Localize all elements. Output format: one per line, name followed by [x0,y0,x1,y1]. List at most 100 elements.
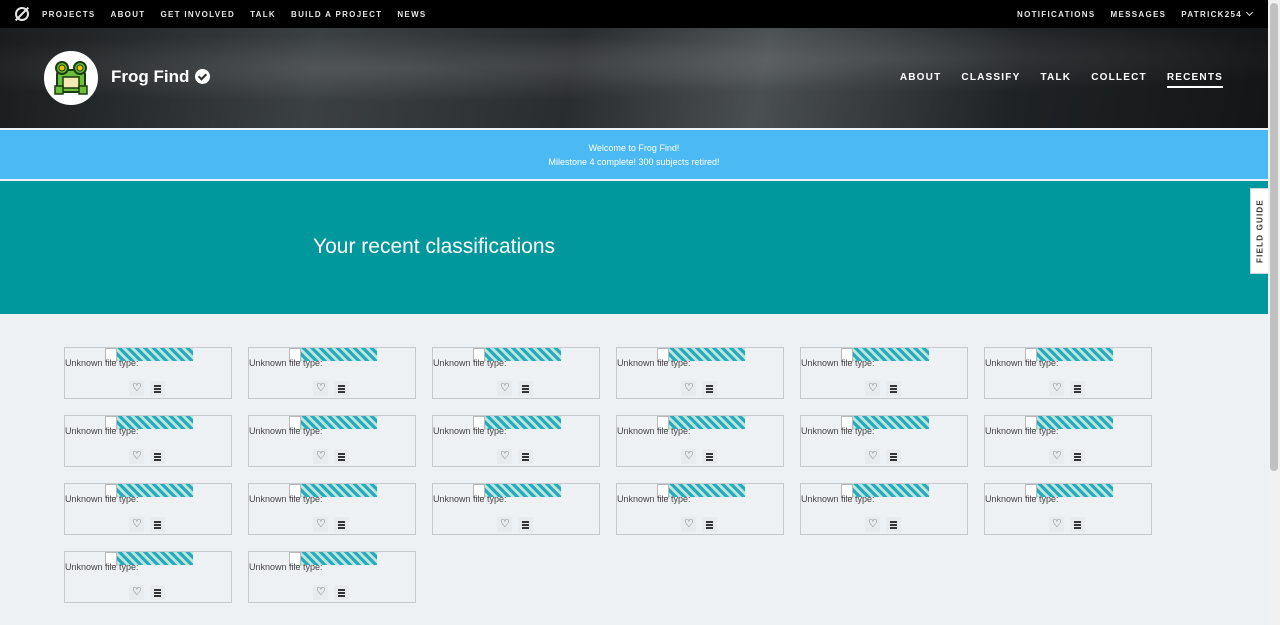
heart-icon[interactable] [1049,381,1064,396]
classification-card[interactable]: Unknown file type: [432,347,600,399]
file-type-label: Unknown file type: [985,358,1059,368]
classification-card[interactable]: Unknown file type: [248,551,416,603]
project-tab-classify[interactable]: CLASSIFY [961,72,1020,88]
scrollbar-thumb[interactable] [1270,3,1278,471]
list-icon[interactable] [886,449,901,464]
file-type-label: Unknown file type: [801,358,875,368]
file-type-label: Unknown file type: [801,426,875,436]
classification-card[interactable]: Unknown file type: [248,415,416,467]
username-label: PATRICK254 [1181,9,1242,19]
card-actions [313,585,355,600]
list-icon[interactable] [150,585,165,600]
heart-icon[interactable] [129,585,144,600]
list-icon[interactable] [518,517,533,532]
card-actions [865,381,907,396]
card-actions [129,449,171,464]
list-icon[interactable] [518,449,533,464]
card-actions [497,517,539,532]
classification-card[interactable]: Unknown file type: [616,415,784,467]
list-icon[interactable] [702,381,717,396]
list-icon[interactable] [1070,381,1085,396]
card-actions [865,517,907,532]
nav-projects-link[interactable]: PROJECTS [42,10,96,19]
heart-icon[interactable] [313,449,328,464]
classification-card[interactable]: Unknown file type: [64,483,232,535]
classification-card[interactable]: Unknown file type: [984,415,1152,467]
heart-icon[interactable] [865,517,880,532]
list-icon[interactable] [150,449,165,464]
project-tab-recents[interactable]: RECENTS [1166,72,1223,88]
field-guide-label: FIELD GUIDE [1255,199,1264,263]
list-icon[interactable] [150,381,165,396]
nav-get-involved-link[interactable]: GET INVOLVED [160,10,235,19]
site-nav-links: PROJECTS ABOUT GET INVOLVED TALK BUILD A… [42,10,442,19]
heart-icon[interactable] [313,381,328,396]
site-nav-bar: PROJECTS ABOUT GET INVOLVED TALK BUILD A… [0,0,1268,28]
classification-card[interactable]: Unknown file type: [64,551,232,603]
recent-classifications-grid: Unknown file type: Unknown file type: Unkn… [64,347,1154,603]
heart-icon[interactable] [865,449,880,464]
heart-icon[interactable] [681,517,696,532]
classification-card[interactable]: Unknown file type: [248,347,416,399]
file-type-label: Unknown file type: [433,358,507,368]
classification-card[interactable]: Unknown file type: [616,483,784,535]
banner-line-1: Welcome to Frog Find! [588,143,680,153]
nav-build-project-link[interactable]: BUILD A PROJECT [291,10,382,19]
heart-icon[interactable] [865,381,880,396]
classification-card[interactable]: Unknown file type: [432,415,600,467]
list-icon[interactable] [334,585,349,600]
list-icon[interactable] [886,517,901,532]
list-icon[interactable] [334,381,349,396]
user-menu-button[interactable]: PATRICK254 [1181,8,1254,19]
notifications-link[interactable]: NOTIFICATIONS [1017,10,1096,19]
classification-card[interactable]: Unknown file type: [800,415,968,467]
heart-icon[interactable] [497,517,512,532]
list-icon[interactable] [518,381,533,396]
zooniverse-logo-icon[interactable] [15,7,29,21]
heart-icon[interactable] [497,449,512,464]
list-icon[interactable] [334,517,349,532]
list-icon[interactable] [702,517,717,532]
file-type-label: Unknown file type: [249,494,323,504]
classification-card[interactable]: Unknown file type: [984,483,1152,535]
heart-icon[interactable] [1049,517,1064,532]
list-icon[interactable] [334,449,349,464]
list-icon[interactable] [1070,449,1085,464]
classification-card[interactable]: Unknown file type: [616,347,784,399]
heart-icon[interactable] [497,381,512,396]
heart-icon[interactable] [681,449,696,464]
file-type-label: Unknown file type: [65,494,139,504]
project-title[interactable]: Frog Find [111,67,189,87]
heart-icon[interactable] [129,449,144,464]
list-icon[interactable] [150,517,165,532]
heart-icon[interactable] [1049,449,1064,464]
file-type-label: Unknown file type: [617,494,691,504]
classification-card[interactable]: Unknown file type: [248,483,416,535]
heart-icon[interactable] [129,381,144,396]
classification-card[interactable]: Unknown file type: [800,483,968,535]
heart-icon[interactable] [313,585,328,600]
classification-card[interactable]: Unknown file type: [984,347,1152,399]
field-guide-tab[interactable]: FIELD GUIDE [1250,188,1268,274]
nav-news-link[interactable]: NEWS [397,10,426,19]
classification-card[interactable]: Unknown file type: [64,415,232,467]
classification-card[interactable]: Unknown file type: [64,347,232,399]
project-tab-collect[interactable]: COLLECT [1091,72,1147,88]
heart-icon[interactable] [313,517,328,532]
nav-talk-link[interactable]: TALK [250,10,276,19]
list-icon[interactable] [886,381,901,396]
heart-icon[interactable] [129,517,144,532]
nav-about-link[interactable]: ABOUT [111,10,146,19]
messages-link[interactable]: MESSAGES [1111,10,1167,19]
project-tab-talk[interactable]: TALK [1040,72,1071,88]
banner-line-2: Milestone 4 complete! 300 subjects retir… [548,157,720,167]
list-icon[interactable] [702,449,717,464]
classification-card[interactable]: Unknown file type: [800,347,968,399]
classification-card[interactable]: Unknown file type: [432,483,600,535]
list-icon[interactable] [1070,517,1085,532]
page-scrollbar[interactable] [1268,0,1280,625]
heart-icon[interactable] [681,381,696,396]
project-avatar[interactable] [44,51,98,105]
recents-hero: Your recent classifications [0,181,1268,314]
project-tab-about[interactable]: ABOUT [900,72,942,88]
